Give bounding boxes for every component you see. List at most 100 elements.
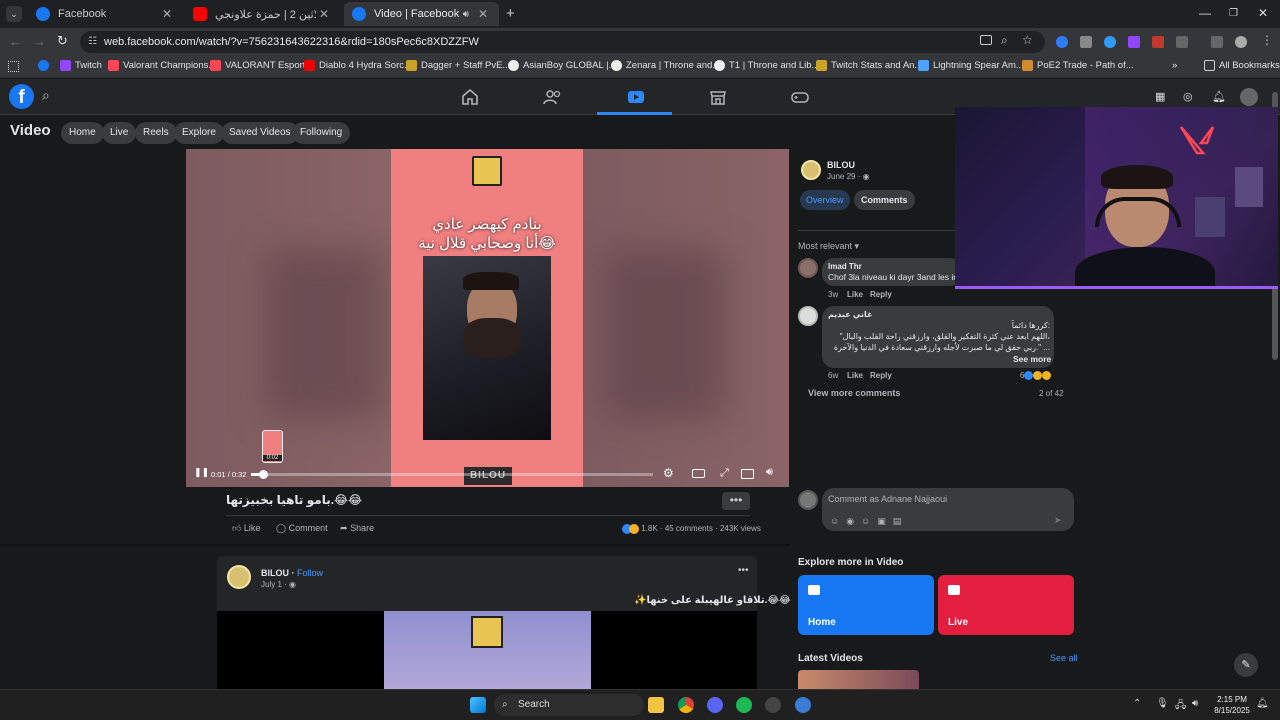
app-icon[interactable] — [795, 697, 811, 713]
commenter-avatar[interactable] — [798, 258, 818, 278]
progress-track[interactable] — [251, 470, 653, 479]
apps-grid-icon[interactable] — [8, 61, 19, 72]
tray-overflow-icon[interactable]: ⌃ — [1133, 698, 1141, 709]
minimize-icon[interactable]: — — [1199, 6, 1211, 20]
forward-icon[interactable]: → — [33, 34, 46, 49]
explore-card-home[interactable]: Home — [798, 575, 934, 635]
tab-youtube[interactable]: تحدي الثلاثين 2 | حمزة علاونجي ◁ ✕ — [185, 2, 340, 26]
see-more-button[interactable]: See more — [1013, 354, 1051, 364]
tab-comments[interactable]: Comments — [854, 190, 915, 210]
comment-reply-button[interactable]: Reply — [870, 371, 892, 380]
friends-nav-icon[interactable] — [543, 88, 563, 106]
taskbar-clock[interactable]: 2:15 PM 8/15/2025 — [1212, 694, 1252, 716]
extension-icon[interactable] — [1104, 36, 1116, 48]
url-bar[interactable]: ☷ web.facebook.com/watch/?v=756231643622… — [80, 31, 1045, 53]
post-author[interactable]: BILOU — [261, 568, 289, 578]
reaction-count[interactable]: 1.8K — [641, 524, 657, 533]
video-nav-icon[interactable] — [626, 88, 646, 106]
share-button[interactable]: ➦ Share — [340, 523, 374, 534]
cast-icon[interactable] — [980, 35, 992, 45]
discord-icon[interactable] — [707, 697, 723, 713]
sort-dropdown[interactable]: Most relevant ▾ — [798, 241, 859, 252]
menu-grid-icon[interactable]: ▦ — [1155, 90, 1165, 103]
view-more-comments[interactable]: View more comments — [808, 388, 900, 398]
notifications-bell-icon[interactable]: 🔔︎ — [1212, 90, 1226, 103]
author-avatar[interactable] — [801, 160, 821, 180]
bookmarks-overflow-icon[interactable]: » — [1172, 60, 1177, 71]
like-button[interactable]: 👍︎ Like — [232, 523, 260, 534]
media-control-icon[interactable] — [1211, 36, 1223, 48]
author-avatar[interactable] — [227, 565, 251, 589]
reload-icon[interactable]: ↻ — [57, 33, 68, 49]
subnav-reels[interactable]: Reels — [135, 122, 177, 144]
settings-gear-icon[interactable]: ⚙ — [663, 466, 674, 480]
user-avatar[interactable] — [798, 490, 818, 510]
facebook-logo-icon[interactable]: f — [9, 84, 34, 109]
network-icon[interactable]: 🖧 — [1175, 698, 1186, 715]
volume-icon[interactable]: 🔊︎ — [1192, 698, 1198, 709]
new-tab-button[interactable]: + — [506, 5, 515, 22]
subnav-home[interactable]: Home — [61, 122, 104, 144]
post-more-icon[interactable]: ••• — [738, 565, 749, 576]
site-info-icon[interactable]: ☷ — [88, 31, 97, 53]
bookmark-item[interactable]: Dagger + Staff PvE... — [406, 60, 510, 71]
commenter-name[interactable]: غاني عبديم — [828, 310, 872, 319]
comment-count[interactable]: 45 comments — [665, 524, 713, 533]
commenter-name[interactable]: Imad Thr — [828, 262, 862, 271]
bookmark-item[interactable]: VALORANT Esports — [210, 60, 310, 71]
zoom-icon[interactable]: ⌕ — [1001, 33, 1008, 48]
bookmark-item[interactable]: Twitch Stats and An... — [816, 60, 922, 71]
chrome-icon[interactable] — [678, 697, 694, 713]
account-avatar[interactable] — [1240, 88, 1258, 106]
tab-search-icon[interactable]: ⌄ — [6, 6, 22, 22]
extensions-puzzle-icon[interactable] — [1176, 36, 1188, 48]
subnav-saved-videos[interactable]: Saved Videos — [221, 122, 299, 144]
reaction-summary[interactable]: 6 — [1020, 371, 1052, 381]
mini-player-icon[interactable] — [741, 469, 754, 479]
tab-facebook[interactable]: Facebook ✕ — [28, 2, 183, 26]
close-window-icon[interactable]: ✕ — [1258, 6, 1268, 20]
notification-icon[interactable]: 🔔︎ — [1256, 698, 1269, 709]
app-icon[interactable] — [765, 697, 781, 713]
tab-overview[interactable]: Overview — [800, 190, 850, 210]
twitch-extension-icon[interactable] — [1128, 36, 1140, 48]
captions-icon[interactable] — [692, 469, 705, 478]
comment-like-button[interactable]: Like — [847, 290, 863, 299]
comment-reply-button[interactable]: Reply — [870, 290, 892, 299]
extension-icon[interactable] — [1080, 36, 1092, 48]
fullscreen-expand-icon[interactable]: ⤢ — [720, 467, 729, 480]
play-pause-button[interactable]: ❚❚ — [194, 467, 209, 478]
search-icon[interactable]: ⌕ — [42, 87, 50, 104]
latest-video-thumbnail[interactable] — [798, 670, 919, 689]
bookmark-star-icon[interactable]: ☆ — [1022, 33, 1033, 47]
comment-button[interactable]: ◯ Comment — [276, 523, 328, 534]
menu-dots-icon[interactable]: ⋮ — [1261, 33, 1273, 47]
close-icon[interactable]: ✕ — [475, 7, 491, 21]
back-icon[interactable]: ← — [9, 34, 22, 49]
speaker-icon[interactable]: 🔊︎ — [463, 9, 469, 20]
extension-icon[interactable] — [1152, 36, 1164, 48]
restore-icon[interactable]: ❐ — [1229, 8, 1238, 19]
bookmark-facebook[interactable] — [38, 60, 53, 71]
send-icon[interactable]: ➤ — [1054, 515, 1062, 526]
close-icon[interactable]: ✕ — [316, 7, 332, 21]
comment-like-button[interactable]: Like — [847, 371, 863, 380]
commenter-avatar[interactable] — [798, 306, 818, 326]
close-icon[interactable]: ✕ — [159, 7, 175, 21]
new-message-icon[interactable]: ✎ — [1234, 653, 1258, 677]
bookmark-item[interactable]: AsianBoy GLOBAL |... — [508, 60, 616, 71]
extension-icon[interactable] — [1056, 36, 1068, 48]
bookmark-item[interactable]: Zenara | Throne and... — [611, 60, 720, 71]
microphone-icon[interactable]: 🎙︎ — [1156, 698, 1169, 709]
post-video[interactable] — [217, 611, 757, 689]
messenger-icon[interactable]: ◎ — [1183, 90, 1193, 103]
home-nav-icon[interactable] — [460, 88, 480, 106]
tab-video-facebook[interactable]: Video | Facebook 🔊︎ ✕ — [344, 2, 499, 26]
bookmark-item[interactable]: Diablo 4 Hydra Sorc... — [304, 60, 412, 71]
subnav-following[interactable]: Following — [292, 122, 351, 144]
follow-button[interactable]: Follow — [297, 568, 323, 578]
bookmark-item[interactable]: PoE2 Trade - Path of... — [1022, 60, 1134, 71]
comment-input[interactable]: Comment as Adnane Najjaoui ☺◉☺▣▤ ➤ — [822, 488, 1074, 531]
comment-tool-icons[interactable]: ☺◉☺▣▤ — [830, 516, 908, 527]
volume-icon[interactable]: 🔊︎ — [766, 466, 773, 479]
